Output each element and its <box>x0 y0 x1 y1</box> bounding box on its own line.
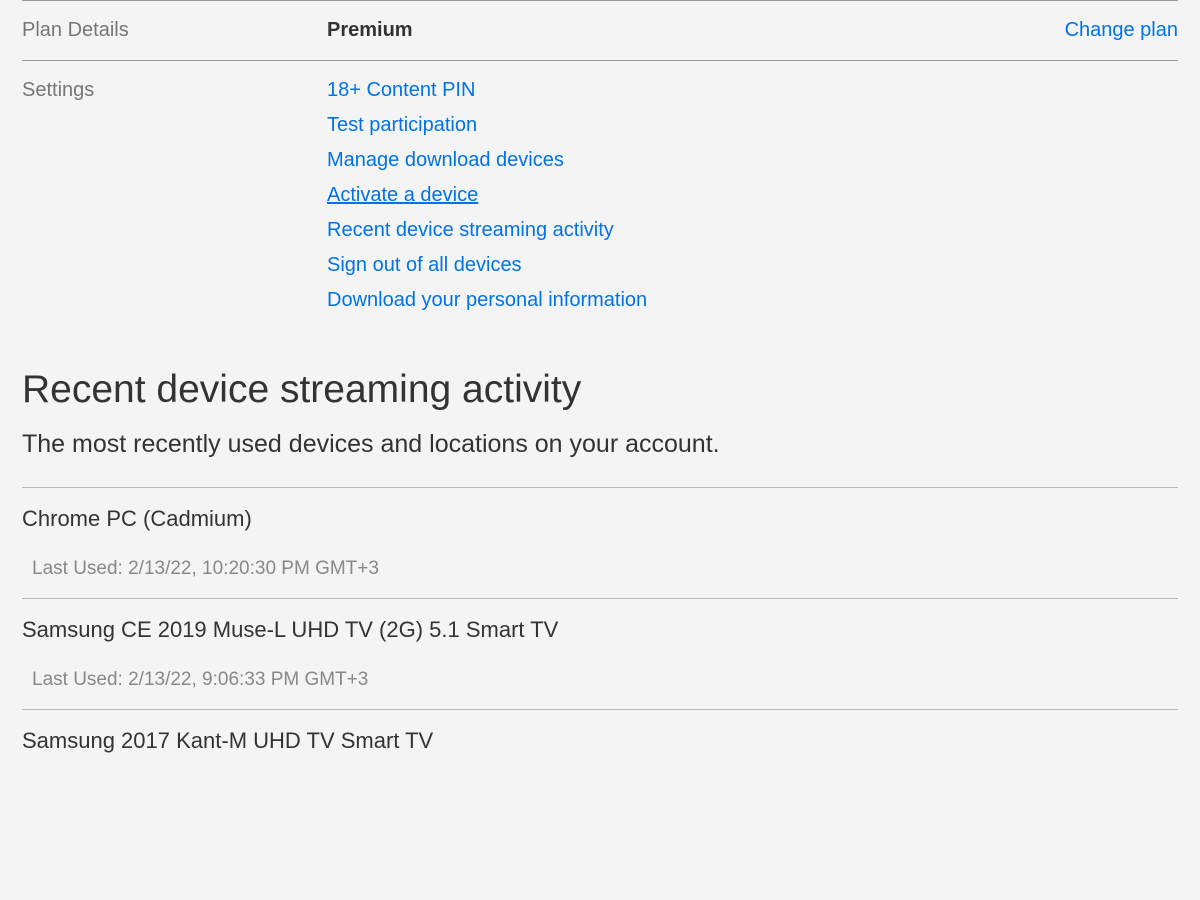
device-name: Samsung 2017 Kant-M UHD TV Smart TV <box>22 728 1178 754</box>
plan-name: Premium <box>327 19 413 42</box>
activity-subheading: The most recently used devices and locat… <box>22 430 1178 459</box>
settings-links-list: 18+ Content PIN Test participation Manag… <box>327 79 647 312</box>
device-last-used: Last Used: 2/13/22, 10:20:30 PM GMT+3 <box>22 558 1178 580</box>
device-entry: Samsung CE 2019 Muse-L UHD TV (2G) 5.1 S… <box>22 598 1178 709</box>
settings-link-download-personal-info[interactable]: Download your personal information <box>327 289 647 312</box>
settings-link-recent-device-streaming[interactable]: Recent device streaming activity <box>327 219 647 242</box>
settings-label: Settings <box>22 79 327 312</box>
device-name: Chrome PC (Cadmium) <box>22 506 1178 532</box>
plan-details-row: Plan Details Premium Change plan <box>22 0 1178 60</box>
activity-heading: Recent device streaming activity <box>22 368 1178 412</box>
device-entry: Chrome PC (Cadmium) Last Used: 2/13/22, … <box>22 487 1178 598</box>
device-entry: Samsung 2017 Kant-M UHD TV Smart TV <box>22 709 1178 772</box>
device-last-used: Last Used: 2/13/22, 9:06:33 PM GMT+3 <box>22 669 1178 691</box>
settings-link-content-pin[interactable]: 18+ Content PIN <box>327 79 647 102</box>
settings-link-sign-out-all[interactable]: Sign out of all devices <box>327 254 647 277</box>
change-plan-link[interactable]: Change plan <box>1065 19 1178 42</box>
settings-row: Settings 18+ Content PIN Test participat… <box>22 60 1178 330</box>
settings-link-activate-device[interactable]: Activate a device <box>327 184 647 207</box>
device-name: Samsung CE 2019 Muse-L UHD TV (2G) 5.1 S… <box>22 617 1178 643</box>
activity-section: Recent device streaming activity The mos… <box>22 368 1178 772</box>
plan-details-label: Plan Details <box>22 19 327 42</box>
settings-link-manage-download-devices[interactable]: Manage download devices <box>327 149 647 172</box>
settings-link-test-participation[interactable]: Test participation <box>327 114 647 137</box>
